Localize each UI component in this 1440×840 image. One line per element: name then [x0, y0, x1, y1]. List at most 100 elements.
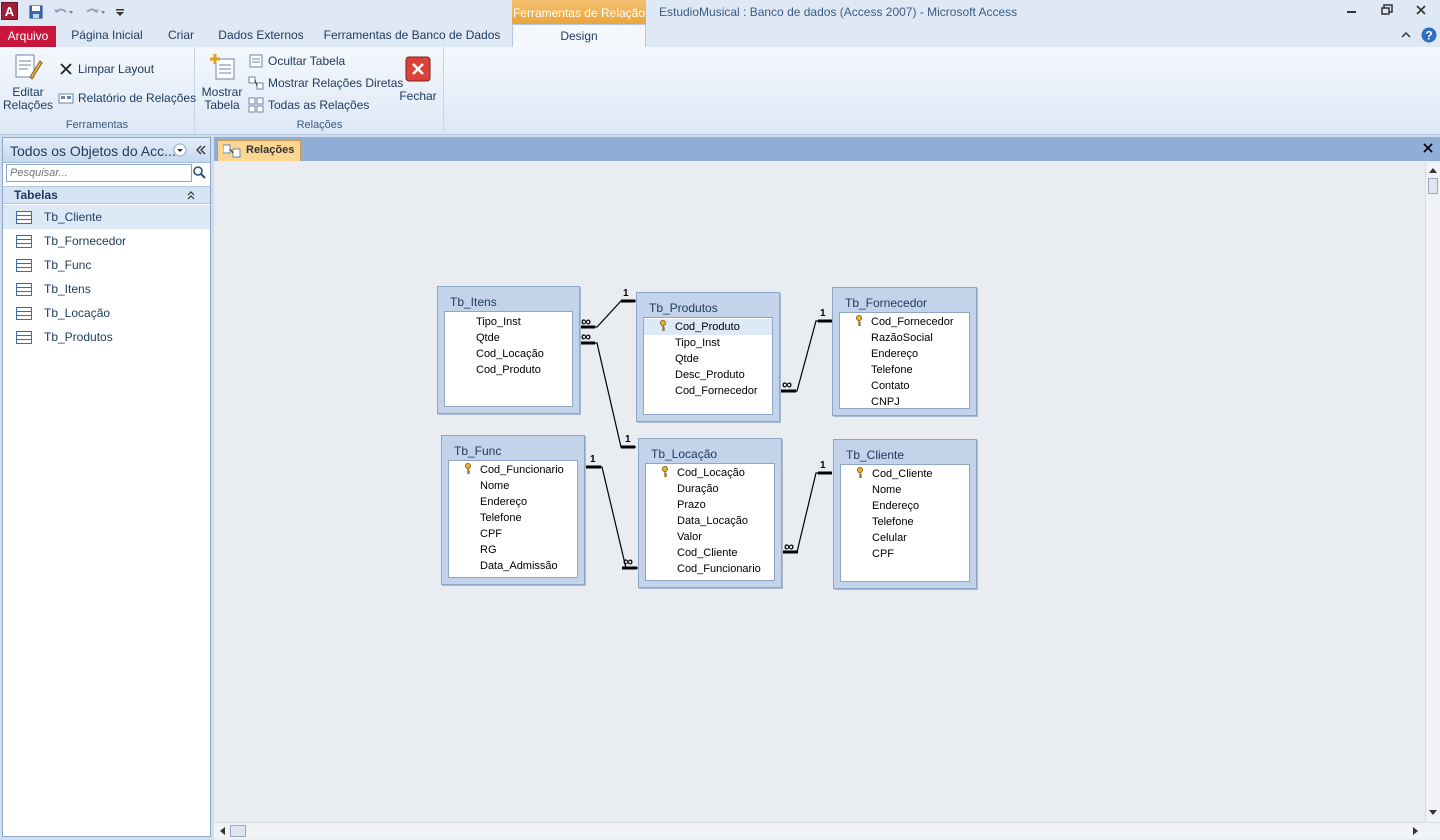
scroll-down-icon[interactable]	[1426, 805, 1440, 819]
field[interactable]: CNPJ	[840, 394, 969, 410]
nav-item-tb-cliente[interactable]: Tb_Cliente	[3, 205, 210, 229]
table-tb-itens[interactable]: Tb_Itens Tipo_Inst Qtde Cod_Locação Cod_…	[437, 286, 580, 414]
field[interactable]: Endereço	[840, 346, 969, 362]
tab-pagina-inicial[interactable]: Página Inicial	[64, 24, 150, 47]
field[interactable]: Data_Locação	[646, 513, 774, 529]
undo-icon[interactable]	[50, 3, 76, 21]
tab-dados-externos[interactable]: Dados Externos	[212, 24, 310, 47]
field[interactable]: Cod_Produto	[445, 362, 572, 378]
field[interactable]: Desc_Produto	[644, 367, 772, 383]
ocultar-tabela-button[interactable]: Ocultar Tabela	[248, 53, 345, 69]
vertical-scrollbar[interactable]	[1425, 162, 1440, 823]
relatorio-relacoes-button[interactable]: Relatório de Relações	[58, 90, 196, 106]
todas-relacoes-button[interactable]: Todas as Relações	[248, 97, 369, 113]
scroll-right-icon[interactable]	[1408, 824, 1422, 838]
field[interactable]: CPF	[841, 546, 969, 562]
minimize-ribbon-icon[interactable]	[1400, 29, 1414, 43]
field[interactable]: Duração	[646, 481, 774, 497]
field-key[interactable]: Cod_Cliente	[841, 466, 969, 482]
horizontal-scrollbar[interactable]	[214, 822, 1440, 839]
table-tb-cliente[interactable]: Tb_Cliente Cod_Cliente Nome Endereço Tel…	[833, 439, 977, 589]
vertical-scroll-thumb[interactable]	[1428, 178, 1438, 194]
scroll-up-icon[interactable]	[1426, 164, 1440, 178]
mostrar-relacoes-diretas-button[interactable]: Mostrar Relações Diretas	[248, 75, 403, 91]
editar-relacoes-label: Editar Relações	[3, 85, 54, 112]
fechar-button[interactable]: Fechar	[398, 55, 438, 103]
field[interactable]: Contato	[840, 378, 969, 394]
field[interactable]: Celular	[841, 530, 969, 546]
field[interactable]: Nome	[841, 482, 969, 498]
field[interactable]: Data_Admissão	[449, 558, 577, 574]
nav-header[interactable]: Todos os Objetos do Acc...	[3, 138, 210, 163]
nav-dropdown-icon[interactable]	[173, 143, 187, 157]
collapse-section-icon[interactable]	[185, 189, 197, 206]
field[interactable]: Cod_Cliente	[646, 545, 774, 561]
field-label: Cod_Cliente	[872, 468, 933, 480]
table-tb-fornecedor[interactable]: Tb_Fornecedor Cod_Fornecedor RazãoSocial…	[832, 287, 977, 416]
relationship-lines	[578, 299, 832, 570]
table-tb-locacao[interactable]: Tb_Locação Cod_Locação Duração Prazo Dat…	[638, 438, 782, 588]
field[interactable]: CPF	[449, 526, 577, 542]
nav-title[interactable]: Todos os Objetos do Acc...	[10, 143, 176, 159]
field[interactable]: RazãoSocial	[840, 330, 969, 346]
relationships-canvas[interactable]: 1 ∞ ∞ 1 1 ∞ 1 ∞ 1 ∞ Tb_Itens Tipo_Inst Q…	[214, 161, 1440, 822]
field[interactable]: Cod_Funcionario	[646, 561, 774, 577]
tab-ferramentas-banco-dados[interactable]: Ferramentas de Banco de Dados	[320, 24, 504, 47]
field[interactable]: Telefone	[841, 514, 969, 530]
field[interactable]: RG	[449, 542, 577, 558]
mostrar-tabela-button[interactable]: Mostrar Tabela	[200, 51, 244, 112]
customize-toolbar-icon[interactable]	[113, 3, 127, 21]
editar-relacoes-button[interactable]: Editar Relações	[3, 51, 53, 112]
tab-design[interactable]: Design	[512, 24, 646, 48]
field[interactable]: Cod_Locação	[445, 346, 572, 362]
table-tb-produtos[interactable]: Tb_Produtos Cod_Produto Tipo_Inst Qtde D…	[636, 292, 780, 422]
field[interactable]: Nome	[449, 478, 577, 494]
access-logo[interactable]: A	[1, 2, 18, 20]
nav-item-tb-produtos[interactable]: Tb_Produtos	[3, 325, 210, 349]
field[interactable]: Cod_Fornecedor	[644, 383, 772, 399]
nav-item-tb-itens[interactable]: Tb_Itens	[3, 277, 210, 301]
document-tab-relacoes[interactable]: Relações	[217, 140, 301, 161]
field[interactable]: Endereço	[449, 494, 577, 510]
cardinality-many: ∞	[784, 538, 794, 554]
nav-search-input[interactable]	[6, 164, 192, 182]
save-icon[interactable]	[26, 3, 46, 21]
nav-item-tb-locacao[interactable]: Tb_Locação	[3, 301, 210, 325]
close-document-icon[interactable]	[1422, 142, 1436, 156]
limpar-layout-button[interactable]: Limpar Layout	[58, 61, 154, 77]
horizontal-scroll-thumb[interactable]	[230, 825, 246, 837]
field-key[interactable]: Cod_Produto	[644, 319, 772, 335]
field[interactable]: Endereço	[841, 498, 969, 514]
field-key[interactable]: Cod_Locação	[646, 465, 774, 481]
field[interactable]: Tipo_Inst	[445, 314, 572, 330]
field[interactable]: Qtde	[644, 351, 772, 367]
collapse-nav-icon[interactable]	[194, 143, 208, 157]
field[interactable]: Telefone	[449, 510, 577, 526]
relatorio-relacoes-label: Relatório de Relações	[78, 91, 197, 105]
field-key[interactable]: Cod_Fornecedor	[840, 314, 969, 330]
restore-button[interactable]	[1375, 3, 1399, 21]
cardinality-many: ∞	[581, 313, 591, 329]
fechar-label: Fechar	[399, 89, 437, 103]
search-icon[interactable]	[192, 165, 208, 181]
close-window-button[interactable]	[1409, 3, 1433, 21]
nav-item-tb-func[interactable]: Tb_Func	[3, 253, 210, 277]
field-list: Tipo_Inst Qtde Cod_Locação Cod_Produto	[444, 311, 573, 407]
help-icon[interactable]: ?	[1421, 27, 1437, 43]
tab-criar[interactable]: Criar	[160, 24, 202, 47]
cardinality-many: ∞	[581, 328, 591, 344]
field-key[interactable]: Cod_Funcionario	[449, 462, 577, 478]
nav-section-tabelas[interactable]: Tabelas	[3, 186, 210, 204]
field[interactable]: Valor	[646, 529, 774, 545]
field[interactable]: Tipo_Inst	[644, 335, 772, 351]
table-tb-func[interactable]: Tb_Func Cod_Funcionario Nome Endereço Te…	[441, 435, 585, 585]
minimize-button[interactable]	[1340, 3, 1364, 21]
field[interactable]: Qtde	[445, 330, 572, 346]
scroll-left-icon[interactable]	[216, 824, 230, 838]
redo-icon[interactable]	[82, 3, 108, 21]
tab-arquivo[interactable]: Arquivo	[0, 26, 56, 47]
relationships-icon	[223, 144, 241, 158]
nav-item-tb-fornecedor[interactable]: Tb_Fornecedor	[3, 229, 210, 253]
field[interactable]: Prazo	[646, 497, 774, 513]
field[interactable]: Telefone	[840, 362, 969, 378]
